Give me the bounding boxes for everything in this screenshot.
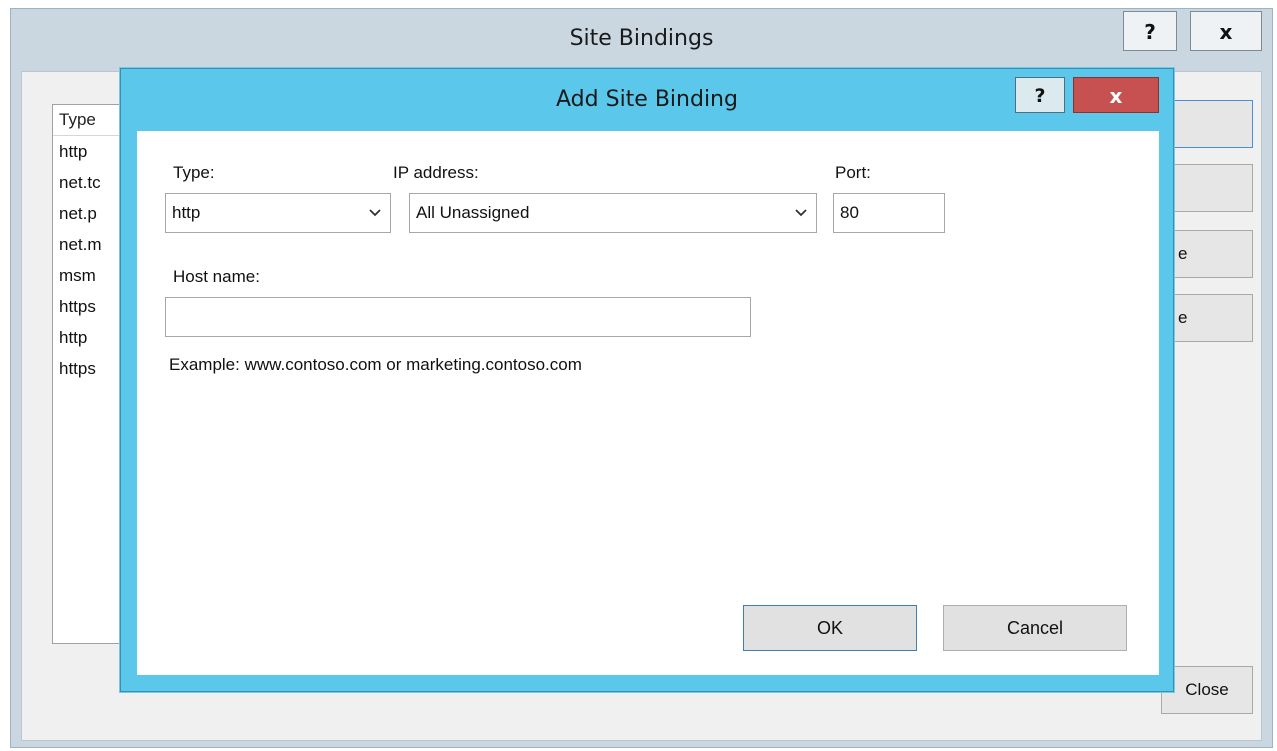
dialog-close-button[interactable]: x [1073, 77, 1159, 113]
close-button[interactable]: Close [1161, 666, 1253, 714]
add-site-binding-dialog: Add Site Binding ? x Type: http IP addre… [120, 68, 1174, 692]
ip-address-label: IP address: [393, 163, 479, 182]
type-dropdown-value: http [172, 203, 201, 222]
site-bindings-title: Site Bindings [569, 26, 714, 51]
port-field[interactable] [833, 193, 945, 233]
host-name-field[interactable] [165, 297, 751, 337]
ip-address-dropdown-value: All Unassigned [416, 203, 530, 222]
chevron-down-icon [369, 209, 381, 217]
chevron-down-icon [795, 209, 807, 217]
remove-binding-button[interactable]: e [1161, 230, 1253, 278]
close-window-button[interactable]: x [1190, 11, 1262, 51]
cancel-button[interactable]: Cancel [943, 605, 1127, 651]
dialog-help-button[interactable]: ? [1015, 77, 1065, 113]
type-label: Type: [173, 163, 215, 182]
host-name-example-text: Example: www.contoso.com or marketing.co… [169, 355, 582, 374]
help-button[interactable]: ? [1123, 11, 1177, 51]
browse-binding-button[interactable]: e [1161, 294, 1253, 342]
dialog-content: Type: http IP address: All Unassigned Po… [137, 131, 1159, 675]
type-dropdown[interactable]: http [165, 193, 391, 233]
ok-button[interactable]: OK [743, 605, 917, 651]
edit-binding-button[interactable] [1161, 164, 1253, 212]
ip-address-dropdown[interactable]: All Unassigned [409, 193, 817, 233]
add-binding-button[interactable] [1161, 100, 1253, 148]
port-label: Port: [835, 163, 871, 182]
screen: Site Bindings ? x Type http net.tc net.p… [0, 0, 1277, 751]
host-name-label: Host name: [173, 267, 260, 286]
